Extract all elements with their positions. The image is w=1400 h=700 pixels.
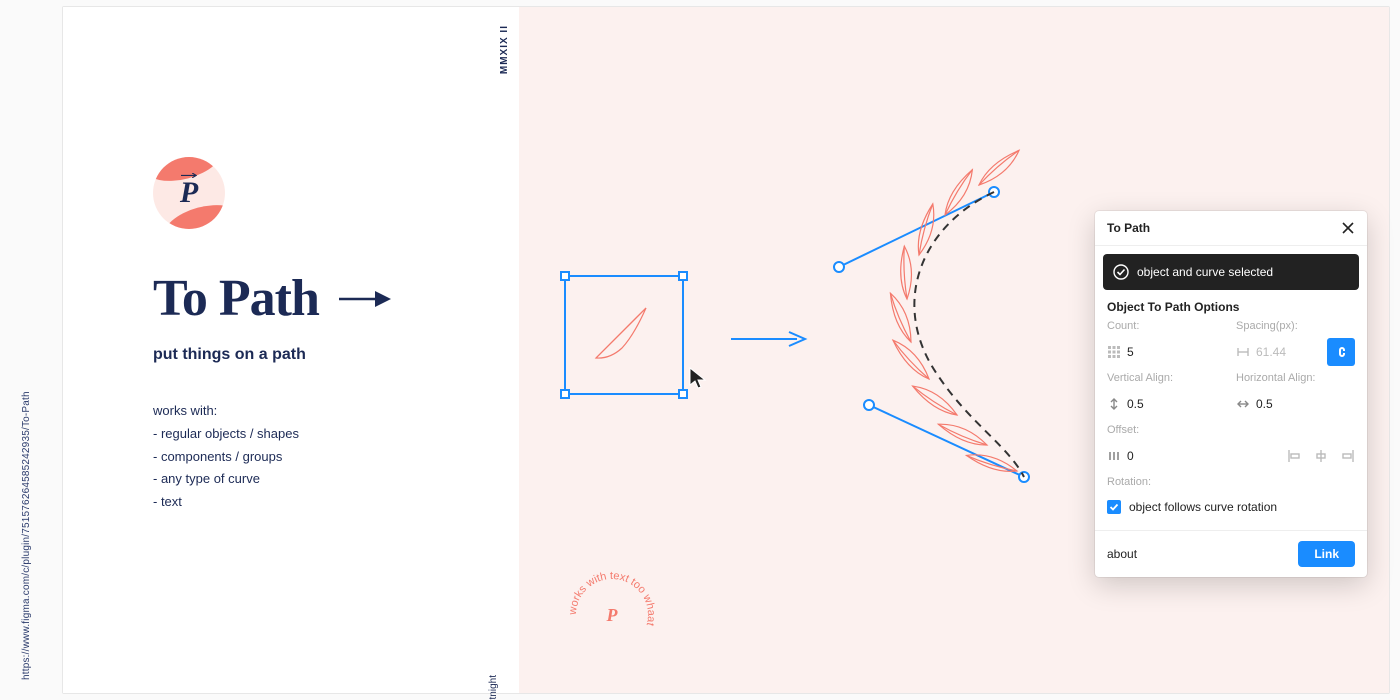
halign-input[interactable] xyxy=(1256,397,1355,411)
count-input[interactable] xyxy=(1127,345,1226,359)
link-icon xyxy=(1335,345,1347,359)
spacing-label: Spacing(px): xyxy=(1236,320,1355,332)
logo-vector-arrow-icon xyxy=(181,173,197,178)
works-item: - any type of curve xyxy=(153,468,459,491)
cursor-icon xyxy=(689,367,707,389)
close-icon[interactable] xyxy=(1341,221,1355,235)
cover-frame: MMXIX II created by @lastnight P To Path… xyxy=(62,6,1390,694)
works-item: - components / groups xyxy=(153,446,459,469)
grid-icon xyxy=(1107,345,1121,359)
works-with-block: works with: - regular objects / shapes -… xyxy=(153,400,459,514)
valign-input[interactable] xyxy=(1127,397,1226,411)
credit-label: created by @lastnight xyxy=(488,675,499,700)
link-toggle-button[interactable] xyxy=(1327,338,1355,366)
resize-handle-tl[interactable] xyxy=(560,271,570,281)
badge-letter: P xyxy=(564,567,660,663)
title-arrow-icon xyxy=(337,288,393,310)
rotation-label: Rotation: xyxy=(1107,476,1355,488)
link-button[interactable]: Link xyxy=(1298,541,1355,567)
logo-letter: P xyxy=(153,157,225,229)
plugin-logo: P xyxy=(153,157,225,229)
status-banner: object and curve selected xyxy=(1103,254,1359,290)
resize-handle-br[interactable] xyxy=(678,389,688,399)
rotation-checkbox-label: object follows curve rotation xyxy=(1129,500,1277,514)
left-panel: MMXIX II created by @lastnight P To Path… xyxy=(63,7,519,693)
spacing-icon xyxy=(1236,345,1250,359)
check-circle-icon xyxy=(1113,264,1129,280)
offset-input[interactable] xyxy=(1127,449,1226,463)
works-heading: works with: xyxy=(153,400,459,423)
count-field[interactable] xyxy=(1107,338,1226,366)
transform-arrow-icon xyxy=(729,329,809,349)
check-icon xyxy=(1109,502,1119,512)
resize-handle-bl[interactable] xyxy=(560,389,570,399)
offset-icon xyxy=(1107,449,1121,463)
resize-handle-tr[interactable] xyxy=(678,271,688,281)
demo-canvas: works with text too whaat P To Path obje… xyxy=(519,7,1389,693)
banner-text: object and curve selected xyxy=(1137,265,1273,279)
page-title: To Path xyxy=(153,269,319,328)
vertical-arrows-icon xyxy=(1107,397,1121,411)
source-url: https://www.figma.com/c/plugin/751576264… xyxy=(21,391,32,680)
circular-badge: works with text too whaat P xyxy=(564,567,660,663)
align-center-icon[interactable] xyxy=(1313,448,1329,464)
halign-field[interactable] xyxy=(1236,390,1355,418)
options-heading: Object To Path Options xyxy=(1095,300,1367,320)
selection-box[interactable] xyxy=(564,275,684,395)
mmxix-label: MMXIX II xyxy=(499,25,510,74)
subtitle: put things on a path xyxy=(153,346,459,364)
works-item: - regular objects / shapes xyxy=(153,423,459,446)
plugin-dialog: To Path object and curve selected Object… xyxy=(1095,211,1367,577)
align-right-icon[interactable] xyxy=(1339,448,1355,464)
spacing-field[interactable] xyxy=(1236,338,1321,366)
curve-art xyxy=(829,147,1059,507)
rotation-checkbox[interactable] xyxy=(1107,500,1121,514)
valign-field[interactable] xyxy=(1107,390,1226,418)
halign-label: Horizontal Align: xyxy=(1236,372,1355,384)
selected-leaf-icon xyxy=(586,293,666,373)
about-link[interactable]: about xyxy=(1107,547,1137,561)
spacing-input[interactable] xyxy=(1256,345,1321,359)
align-left-icon[interactable] xyxy=(1287,448,1303,464)
offset-label: Offset: xyxy=(1107,424,1226,436)
valign-label: Vertical Align: xyxy=(1107,372,1226,384)
dialog-title: To Path xyxy=(1107,221,1150,235)
works-item: - text xyxy=(153,491,459,514)
count-label: Count: xyxy=(1107,320,1226,332)
horizontal-arrows-icon xyxy=(1236,397,1250,411)
offset-field[interactable] xyxy=(1107,442,1226,470)
